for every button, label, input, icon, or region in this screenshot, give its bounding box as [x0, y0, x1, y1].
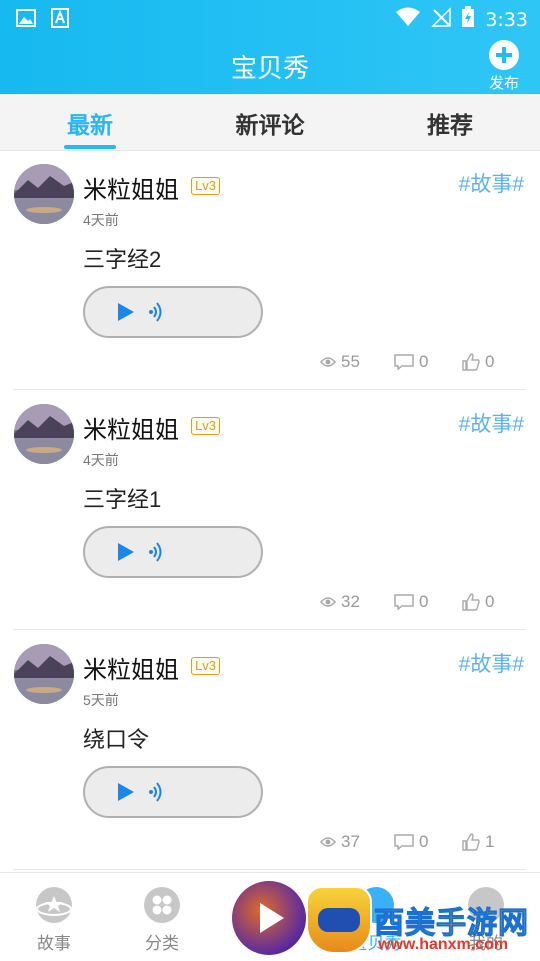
sound-wave-icon	[149, 782, 162, 802]
nav-category[interactable]: 分类	[122, 887, 202, 954]
grid-icon	[144, 887, 180, 923]
comments-stat[interactable]: 0	[394, 592, 428, 612]
comments-count: 0	[419, 832, 429, 851]
post-stats: 37 0 1	[0, 832, 540, 856]
post-feed[interactable]: 米粒姐姐 Lv3 4天前 三字经2 #故事# 55 0 0 米粒姐姐 Lv3 4…	[0, 150, 540, 870]
views-stat: 37	[320, 832, 360, 852]
watermark-url: www.hanxm.com	[378, 936, 509, 953]
post-time: 4天前	[83, 452, 119, 468]
thumbs-up-icon	[462, 353, 480, 371]
likes-count: 1	[485, 832, 495, 851]
divider	[14, 869, 526, 870]
views-stat: 32	[320, 592, 360, 612]
level-badge: Lv3	[191, 177, 220, 195]
post-tag[interactable]: #故事#	[459, 168, 524, 198]
post-title[interactable]: 三字经1	[83, 482, 161, 514]
app-header: 宝贝秀 发布	[0, 36, 540, 94]
status-time: 3:33	[485, 8, 528, 31]
likes-stat[interactable]: 0	[462, 352, 494, 372]
wifi-icon	[395, 7, 421, 32]
post-tag[interactable]: #故事#	[459, 408, 524, 438]
avatar[interactable]	[14, 644, 74, 704]
views-count: 32	[341, 592, 360, 611]
comments-count: 0	[419, 352, 429, 371]
image-notification-icon	[16, 8, 36, 28]
post-stats: 32 0 0	[0, 592, 540, 616]
comment-icon	[394, 834, 414, 850]
tab-new-comments[interactable]: 新评论	[180, 106, 360, 140]
active-tab-indicator	[64, 145, 116, 149]
audio-play-button[interactable]	[83, 526, 263, 578]
post-card[interactable]: 米粒姐姐 Lv3 5天前 绕口令 #故事# 37 0 1	[0, 630, 540, 870]
post-card[interactable]: 米粒姐姐 Lv3 4天前 三字经1 #故事# 32 0 0	[0, 390, 540, 630]
publish-label: 发布	[488, 75, 519, 92]
avatar[interactable]	[14, 404, 74, 464]
status-bar: 3:33	[0, 0, 540, 36]
text-notification-icon	[50, 8, 70, 28]
nav-category-label: 分类	[145, 934, 179, 953]
likes-stat[interactable]: 1	[462, 832, 494, 852]
planet-star-icon	[36, 887, 72, 923]
page-title: 宝贝秀	[230, 53, 309, 83]
likes-count: 0	[485, 352, 495, 371]
gamepad-shield-icon	[306, 886, 372, 954]
username[interactable]: 米粒姐姐	[83, 170, 179, 205]
avatar[interactable]	[14, 164, 74, 224]
likes-count: 0	[485, 592, 495, 611]
post-time: 5天前	[83, 692, 119, 708]
post-card[interactable]: 米粒姐姐 Lv3 4天前 三字经2 #故事# 55 0 0	[0, 150, 540, 390]
play-icon	[118, 543, 134, 561]
tab-bar: 最新 新评论 推荐	[0, 94, 540, 151]
post-title[interactable]: 三字经2	[83, 242, 161, 274]
add-icon	[489, 40, 519, 70]
play-icon	[118, 783, 134, 801]
comments-count: 0	[419, 592, 429, 611]
watermark-logo: 酉美手游网 www.hanxm.com	[304, 884, 540, 960]
post-title[interactable]: 绕口令	[83, 722, 149, 754]
level-badge: Lv3	[191, 657, 220, 675]
thumbs-up-icon	[462, 833, 480, 851]
thumbs-up-icon	[462, 593, 480, 611]
sound-wave-icon	[149, 542, 162, 562]
post-tag[interactable]: #故事#	[459, 648, 524, 678]
publish-button[interactable]: 发布	[478, 38, 530, 93]
level-badge: Lv3	[191, 417, 220, 435]
eye-icon	[320, 597, 336, 607]
eye-icon	[320, 357, 336, 367]
tab-recommended[interactable]: 推荐	[360, 106, 540, 140]
play-icon	[118, 303, 134, 321]
no-signal-icon	[431, 7, 452, 32]
username[interactable]: 米粒姐姐	[83, 650, 179, 685]
nav-story-label: 故事	[37, 934, 71, 953]
comment-icon	[394, 354, 414, 370]
post-time: 4天前	[83, 212, 119, 228]
likes-stat[interactable]: 0	[462, 592, 494, 612]
sound-wave-icon	[149, 302, 162, 322]
audio-play-button[interactable]	[83, 766, 263, 818]
nav-story[interactable]: 故事	[14, 887, 94, 954]
comments-stat[interactable]: 0	[394, 352, 428, 372]
tab-latest[interactable]: 最新	[0, 106, 180, 140]
views-count: 37	[341, 832, 360, 851]
center-play-button[interactable]	[232, 881, 306, 955]
views-count: 55	[341, 352, 360, 371]
comments-stat[interactable]: 0	[394, 832, 428, 852]
play-icon	[260, 903, 284, 933]
eye-icon	[320, 837, 336, 847]
comment-icon	[394, 594, 414, 610]
battery-charging-icon	[461, 6, 475, 33]
post-stats: 55 0 0	[0, 352, 540, 376]
username[interactable]: 米粒姐姐	[83, 410, 179, 445]
views-stat: 55	[320, 352, 360, 372]
audio-play-button[interactable]	[83, 286, 263, 338]
